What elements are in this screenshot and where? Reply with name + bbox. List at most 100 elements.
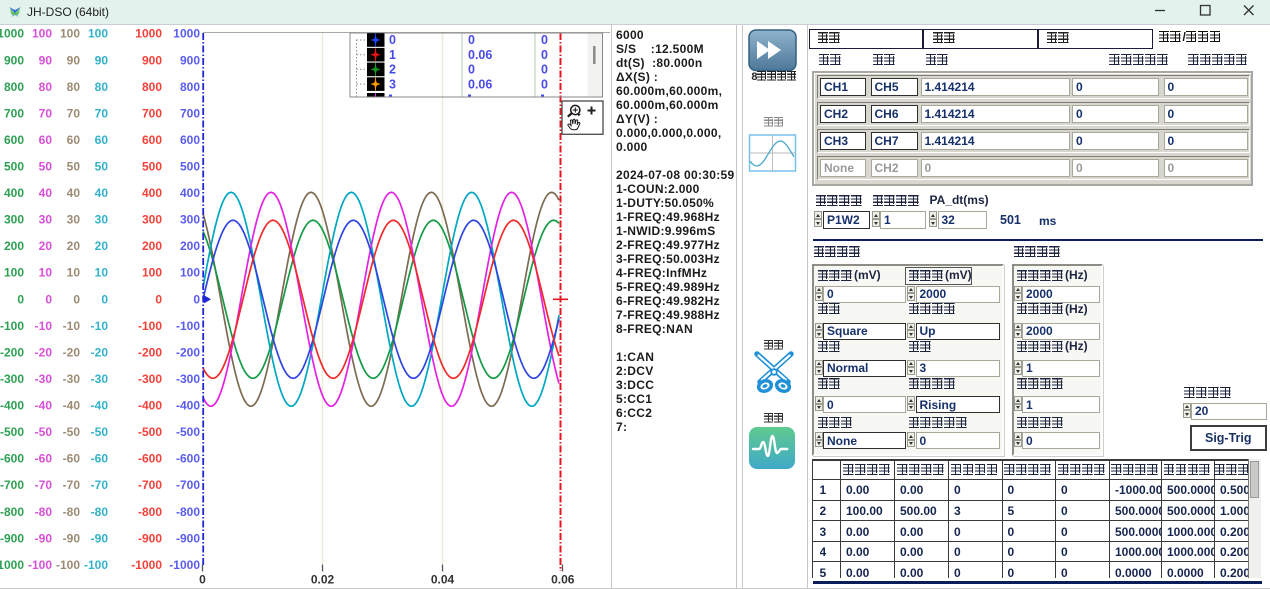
svg-text:40: 40 [95,186,109,200]
svg-text:40: 40 [67,186,81,200]
svg-text:-40: -40 [35,399,53,413]
svg-text:0: 0 [193,292,200,306]
svg-text:100: 100 [32,27,52,41]
svg-text:300: 300 [180,213,200,227]
svg-text:100: 100 [88,27,108,41]
svg-text:-20: -20 [63,345,81,359]
svg-text:200: 200 [142,239,162,253]
svg-text:20: 20 [39,239,53,253]
svg-text:3: 3 [389,77,396,91]
svg-text:0: 0 [541,33,548,47]
svg-text:50: 50 [39,160,53,174]
svg-text:60: 60 [67,133,81,147]
svg-text:-100: -100 [56,558,80,572]
svg-text:800: 800 [142,80,162,94]
svg-text:30: 30 [95,213,109,227]
svg-text:-30: -30 [63,372,81,386]
svg-text:100: 100 [60,27,80,41]
svg-text:-100: -100 [176,319,200,333]
svg-text:-500: -500 [0,425,24,439]
svg-text:-900: -900 [0,531,24,545]
svg-text:1000: 1000 [173,27,200,41]
svg-text:-200: -200 [138,345,162,359]
svg-text:-90: -90 [91,531,109,545]
svg-text:0.06: 0.06 [468,77,492,91]
svg-text:30: 30 [39,213,53,227]
svg-text:1000: 1000 [135,27,162,41]
svg-text:200: 200 [180,239,200,253]
svg-text:1000: 1000 [0,27,24,41]
svg-text:30: 30 [67,213,81,227]
svg-text:-600: -600 [138,452,162,466]
svg-text:-70: -70 [63,478,81,492]
svg-text:80: 80 [67,80,81,94]
svg-text:0: 0 [541,77,548,91]
svg-text:-50: -50 [63,425,81,439]
svg-text:-100: -100 [0,319,24,333]
svg-text:1: 1 [389,48,396,62]
svg-text:40: 40 [39,186,53,200]
svg-text:400: 400 [180,186,200,200]
svg-text:-10: -10 [91,319,109,333]
svg-text:-10: -10 [35,319,53,333]
svg-text:-900: -900 [176,531,200,545]
svg-text:200: 200 [4,239,24,253]
svg-text:800: 800 [4,80,24,94]
svg-text:400: 400 [4,186,24,200]
svg-text:-70: -70 [91,478,109,492]
svg-text:10: 10 [95,266,109,280]
svg-text:500: 500 [4,160,24,174]
svg-text:2: 2 [389,63,396,77]
svg-text:500: 500 [142,160,162,174]
svg-text:400: 400 [142,186,162,200]
svg-text:300: 300 [4,213,24,227]
svg-text:0: 0 [199,573,206,587]
svg-text:-600: -600 [176,452,200,466]
svg-text:60: 60 [95,133,109,147]
svg-text:-70: -70 [35,478,53,492]
svg-text:-90: -90 [63,531,81,545]
svg-text:-10: -10 [63,319,81,333]
svg-text:70: 70 [95,106,109,120]
svg-text:0: 0 [541,63,548,77]
svg-text:-500: -500 [176,425,200,439]
svg-text:900: 900 [180,53,200,67]
svg-text:0: 0 [541,48,548,62]
svg-text:80: 80 [39,80,53,94]
svg-text:-50: -50 [91,425,109,439]
svg-text:-20: -20 [91,345,109,359]
svg-text:80: 80 [95,80,109,94]
svg-text:-300: -300 [0,372,24,386]
svg-text:-100: -100 [138,319,162,333]
svg-text:0: 0 [73,292,80,306]
svg-text:-1000: -1000 [0,558,24,572]
svg-text:0: 0 [101,292,108,306]
svg-text:60: 60 [39,133,53,147]
svg-text:90: 90 [39,53,53,67]
svg-text:-500: -500 [138,425,162,439]
svg-text:70: 70 [39,106,53,120]
svg-text:-200: -200 [176,345,200,359]
svg-text:-60: -60 [35,452,53,466]
svg-text:-400: -400 [0,399,24,413]
svg-text:-800: -800 [0,505,24,519]
svg-text:100: 100 [4,266,24,280]
svg-text:0.02: 0.02 [311,573,335,587]
svg-text:50: 50 [95,160,109,174]
svg-text:-700: -700 [176,478,200,492]
svg-text:-400: -400 [176,399,200,413]
svg-text:-60: -60 [63,452,81,466]
svg-text:600: 600 [142,133,162,147]
svg-text:100: 100 [142,266,162,280]
svg-text:10: 10 [39,266,53,280]
svg-text:-60: -60 [91,452,109,466]
svg-text:-700: -700 [0,478,24,492]
svg-text:700: 700 [4,106,24,120]
svg-text:100: 100 [180,266,200,280]
svg-text:700: 700 [180,106,200,120]
svg-text:90: 90 [95,53,109,67]
svg-text:500: 500 [180,160,200,174]
svg-text:-40: -40 [63,399,81,413]
svg-text:-300: -300 [176,372,200,386]
svg-text:-1000: -1000 [169,558,200,572]
